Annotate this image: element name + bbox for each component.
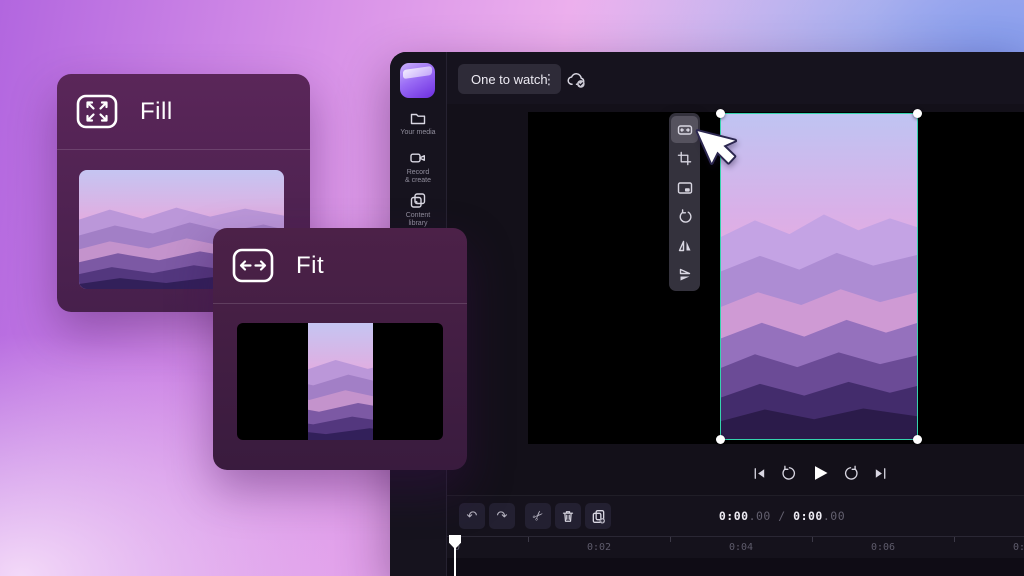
scissors-icon: ✂ — [528, 506, 547, 525]
rotate-icon — [677, 208, 693, 225]
jump-back-button[interactable] — [780, 465, 797, 482]
timeline-section: ↶ ↷ ✂ 0:00.00 / 0:00.00 0 0:02 0:04 0:06… — [447, 495, 1024, 576]
flip-horizontal-button[interactable] — [671, 232, 698, 259]
sidebar-item-content-library[interactable]: Content library — [390, 192, 446, 228]
timeline-toolbar: ↶ ↷ ✂ — [459, 503, 611, 529]
ruler-label: 0:04 — [728, 542, 754, 553]
rotate-button[interactable] — [671, 203, 698, 230]
fit-option-card: Fit — [213, 228, 467, 470]
camera-icon — [409, 150, 427, 166]
fit-preview-image — [308, 323, 373, 440]
duplicate-icon — [591, 509, 606, 524]
cloud-sync-button[interactable] — [562, 67, 590, 91]
undo-icon: ↶ — [466, 508, 478, 523]
timecode-separator: / — [778, 509, 786, 523]
total-time-frac: .00 — [822, 509, 846, 523]
ruler-tick — [812, 537, 813, 542]
picture-in-picture-icon — [677, 180, 693, 196]
clipchamp-logo-icon[interactable] — [400, 63, 435, 98]
flip-horizontal-icon — [677, 238, 693, 254]
redo-button[interactable]: ↷ — [489, 503, 515, 529]
flip-vertical-icon — [677, 267, 693, 283]
cloud-sync-icon — [565, 70, 587, 89]
current-time-frac: .00 — [748, 509, 771, 523]
expand-arrows-icon — [76, 94, 118, 129]
content-library-icon — [409, 192, 427, 209]
jump-forward-button[interactable] — [843, 465, 860, 482]
delete-button[interactable] — [555, 503, 581, 529]
fit-preview-stage — [237, 323, 443, 440]
ruler-tick — [528, 537, 529, 542]
total-time: 0:00 — [793, 509, 823, 523]
crop-icon — [677, 151, 692, 166]
playhead-line — [454, 547, 456, 576]
mouse-cursor-icon — [692, 129, 738, 179]
undo-button[interactable]: ↶ — [459, 503, 485, 529]
ruler-tick — [954, 537, 955, 542]
timecode-display: 0:00.00 / 0:00.00 — [682, 509, 882, 523]
sidebar-item-record-create[interactable]: Record & create — [390, 150, 446, 185]
split-button[interactable]: ✂ — [525, 503, 551, 529]
more-options-button[interactable]: ⋮ — [538, 67, 560, 91]
redo-icon: ↷ — [496, 508, 508, 523]
more-icon: ⋮ — [542, 70, 556, 87]
horizontal-arrows-icon — [232, 248, 274, 283]
transport-controls — [730, 456, 910, 490]
duplicate-button[interactable] — [585, 503, 611, 529]
mountain-video-frame — [721, 114, 917, 439]
ruler-label: 0:02 — [586, 542, 612, 553]
project-title: One to watch — [471, 71, 548, 87]
flip-vertical-button[interactable] — [671, 261, 698, 288]
skip-to-start-button[interactable] — [752, 466, 767, 481]
ruler-label: 0:06 — [870, 542, 896, 553]
folder-icon — [409, 110, 427, 126]
trash-icon — [561, 509, 575, 524]
ruler-tick — [670, 537, 671, 542]
fit-card-header: Fit — [213, 228, 467, 304]
current-time: 0:00 — [718, 509, 749, 523]
timeline-track[interactable] — [447, 558, 1024, 576]
selected-video-clip[interactable] — [716, 109, 922, 444]
fill-card-header: Fill — [57, 74, 310, 150]
sidebar-item-your-media[interactable]: Your media — [390, 110, 446, 137]
screen: Your media Record & create Content library… — [0, 0, 1024, 576]
ruler-label: 0:08 — [1012, 542, 1024, 553]
play-button[interactable] — [810, 463, 830, 483]
resize-handle-bottom-right[interactable] — [913, 435, 922, 444]
resize-handle-top-right[interactable] — [913, 109, 922, 118]
skip-to-end-button[interactable] — [873, 466, 888, 481]
resize-handle-bottom-left[interactable] — [716, 435, 725, 444]
timeline-ruler[interactable]: 0 0:02 0:04 0:06 0:08 — [447, 536, 1024, 559]
fill-card-title: Fill — [140, 97, 173, 125]
fit-card-title: Fit — [296, 251, 325, 279]
